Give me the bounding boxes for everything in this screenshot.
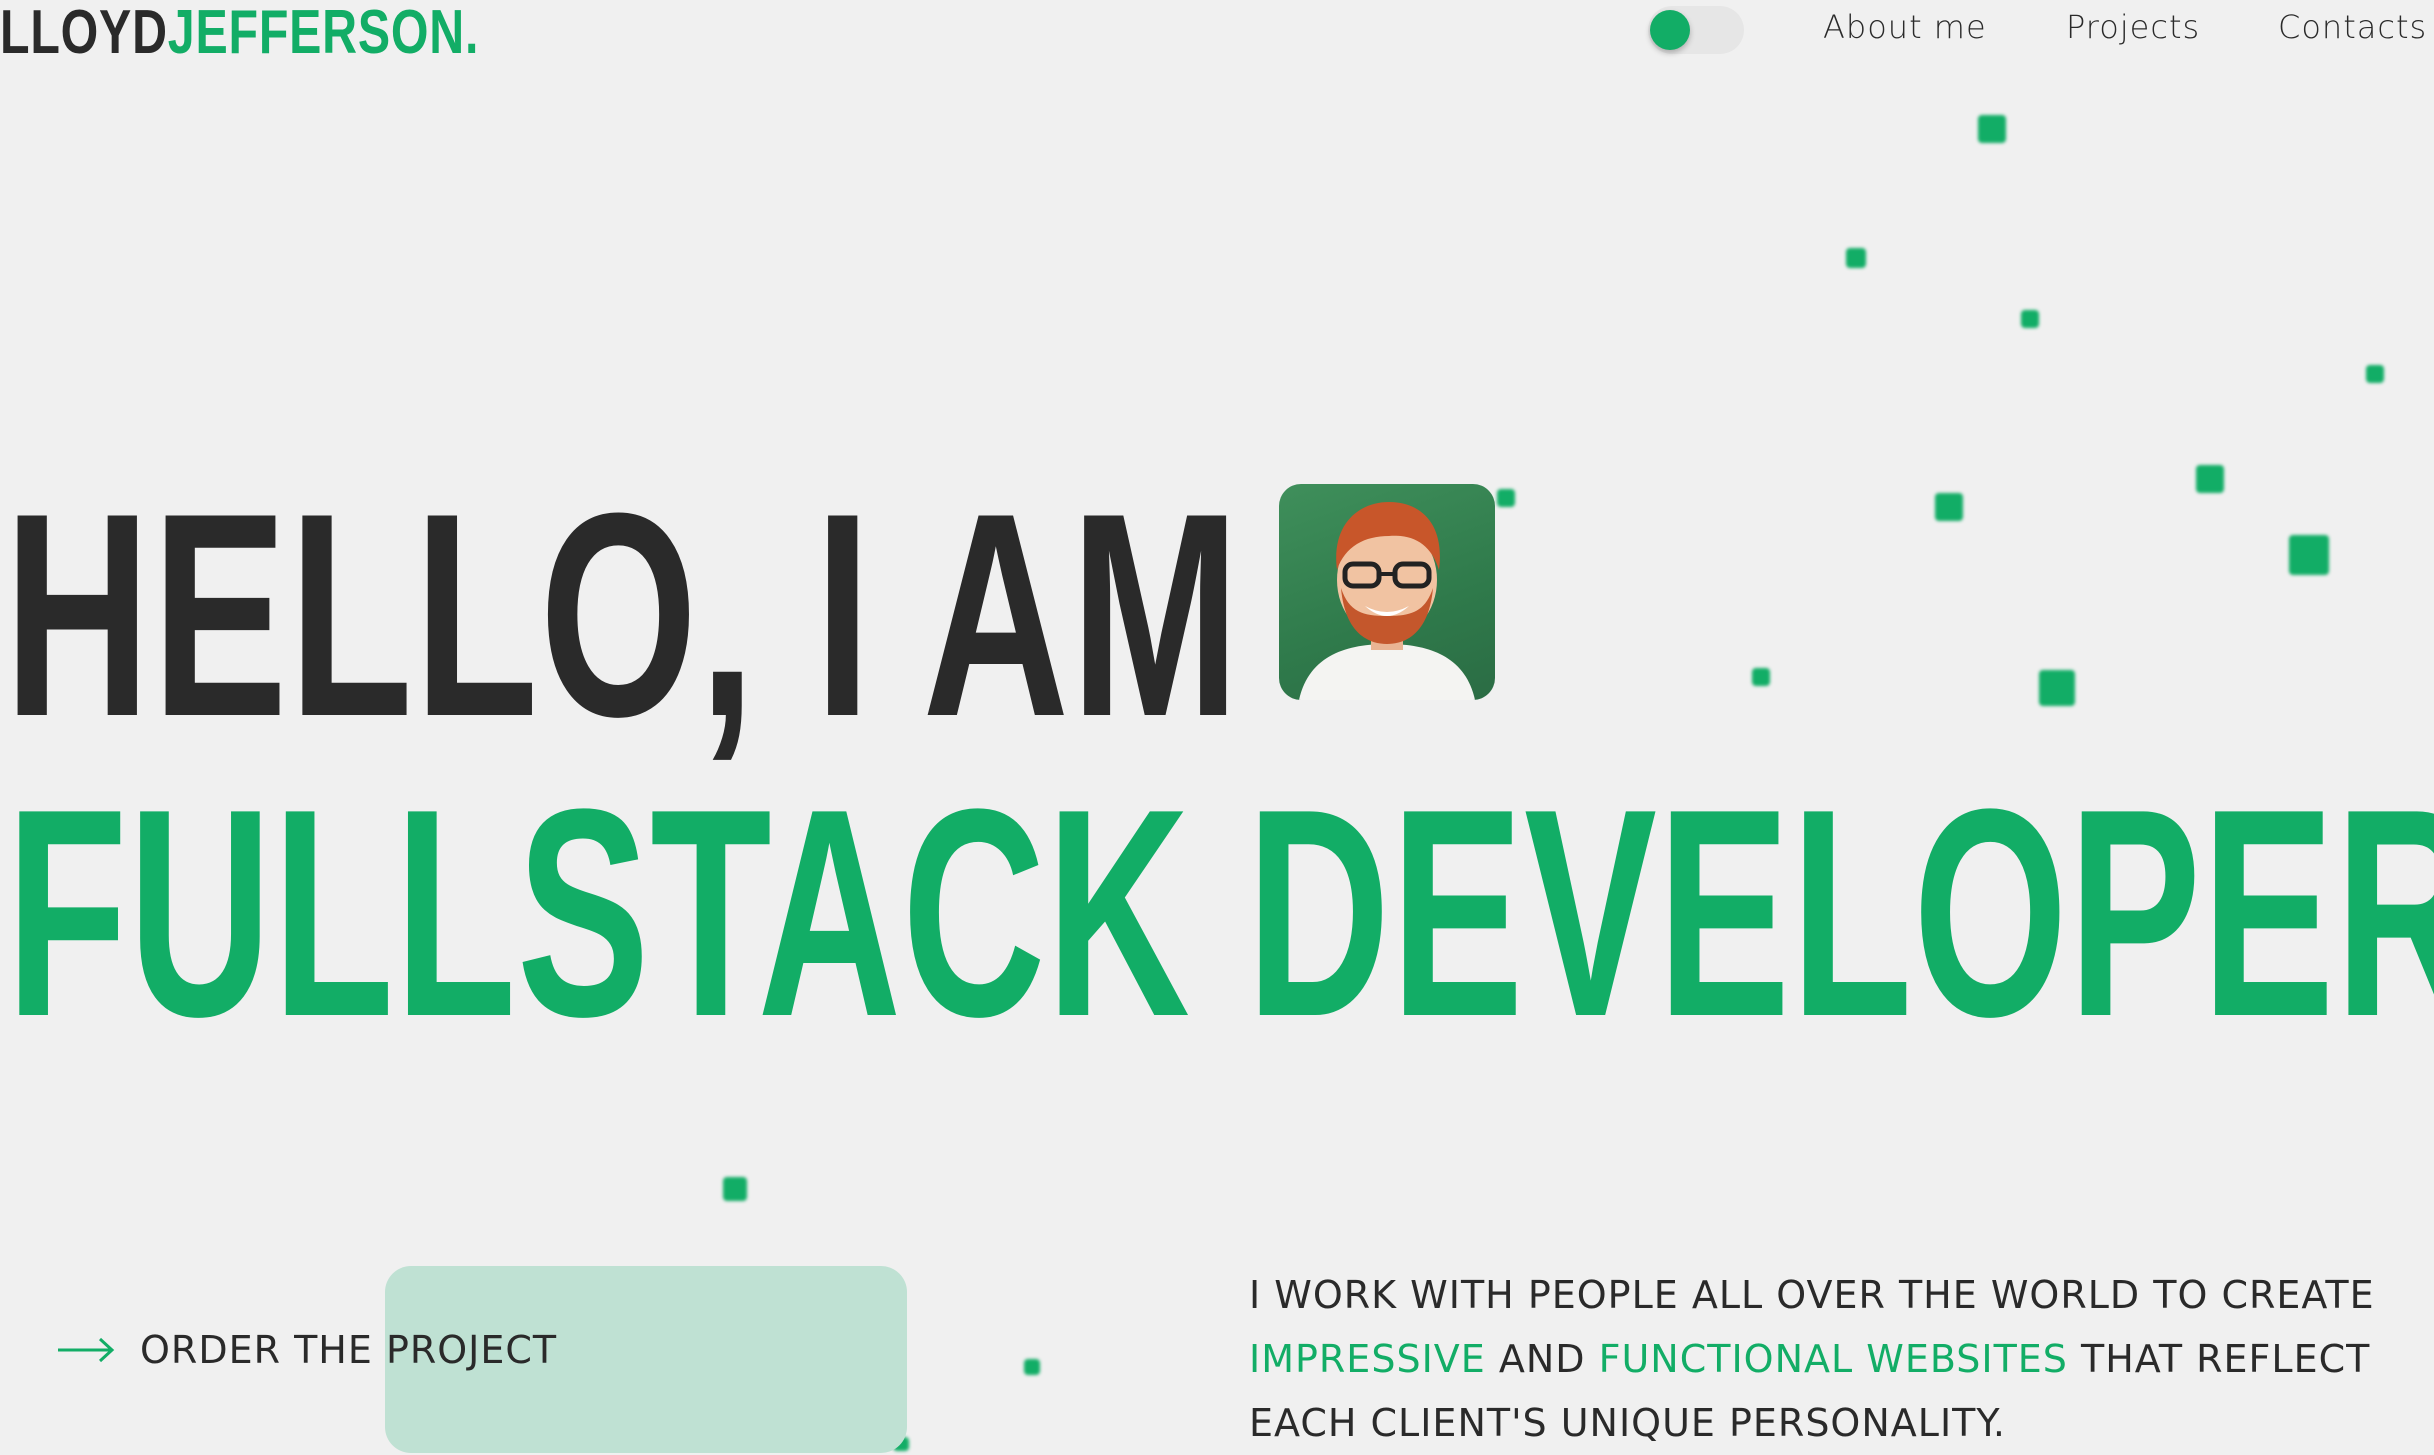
hero-greeting: HELLO, I AM xyxy=(4,453,1242,777)
intro-part-1: I WORK WITH PEOPLE ALL OVER THE WORLD TO… xyxy=(1249,1273,2375,1317)
intro-highlight-impressive: IMPRESSIVE xyxy=(1249,1337,1486,1381)
dot-decoration xyxy=(2366,365,2384,383)
dot-decoration xyxy=(1935,493,1963,521)
dot-decoration xyxy=(1846,248,1866,268)
dot-decoration xyxy=(723,1177,747,1201)
nav-about-me[interactable]: About me xyxy=(1823,8,1987,46)
intro-text: I WORK WITH PEOPLE ALL OVER THE WORLD TO… xyxy=(1249,1263,2409,1455)
nav-contacts[interactable]: Contacts xyxy=(2278,8,2427,46)
dot-decoration xyxy=(1024,1359,1040,1375)
logo-first-name: LLOYD xyxy=(0,0,168,67)
logo-last-name: JEFFERSON. xyxy=(167,0,480,67)
nav-projects[interactable]: Projects xyxy=(2066,8,2200,46)
toggle-knob-icon xyxy=(1650,10,1690,50)
intro-highlight-functional: FUNCTIONAL WEBSITES xyxy=(1598,1337,2068,1381)
order-project-button[interactable]: ORDER THE PROJECT xyxy=(56,1328,557,1372)
site-logo[interactable]: LLOYDJEFFERSON. xyxy=(0,2,479,64)
theme-toggle[interactable] xyxy=(1648,6,1744,54)
dot-decoration xyxy=(1497,489,1515,507)
dot-decoration xyxy=(1978,115,2006,143)
hero-role: FULLSTACK DEVELOPER xyxy=(6,747,2434,1078)
dot-decoration xyxy=(2289,535,2329,575)
dot-decoration xyxy=(2021,310,2039,328)
profile-photo xyxy=(1279,484,1495,700)
arrow-right-icon xyxy=(56,1335,116,1365)
intro-part-2: AND xyxy=(1485,1337,1599,1381)
dot-decoration xyxy=(2039,670,2075,706)
dot-decoration xyxy=(2196,465,2224,493)
order-project-label: ORDER THE PROJECT xyxy=(140,1328,558,1372)
dot-decoration xyxy=(1752,668,1770,686)
